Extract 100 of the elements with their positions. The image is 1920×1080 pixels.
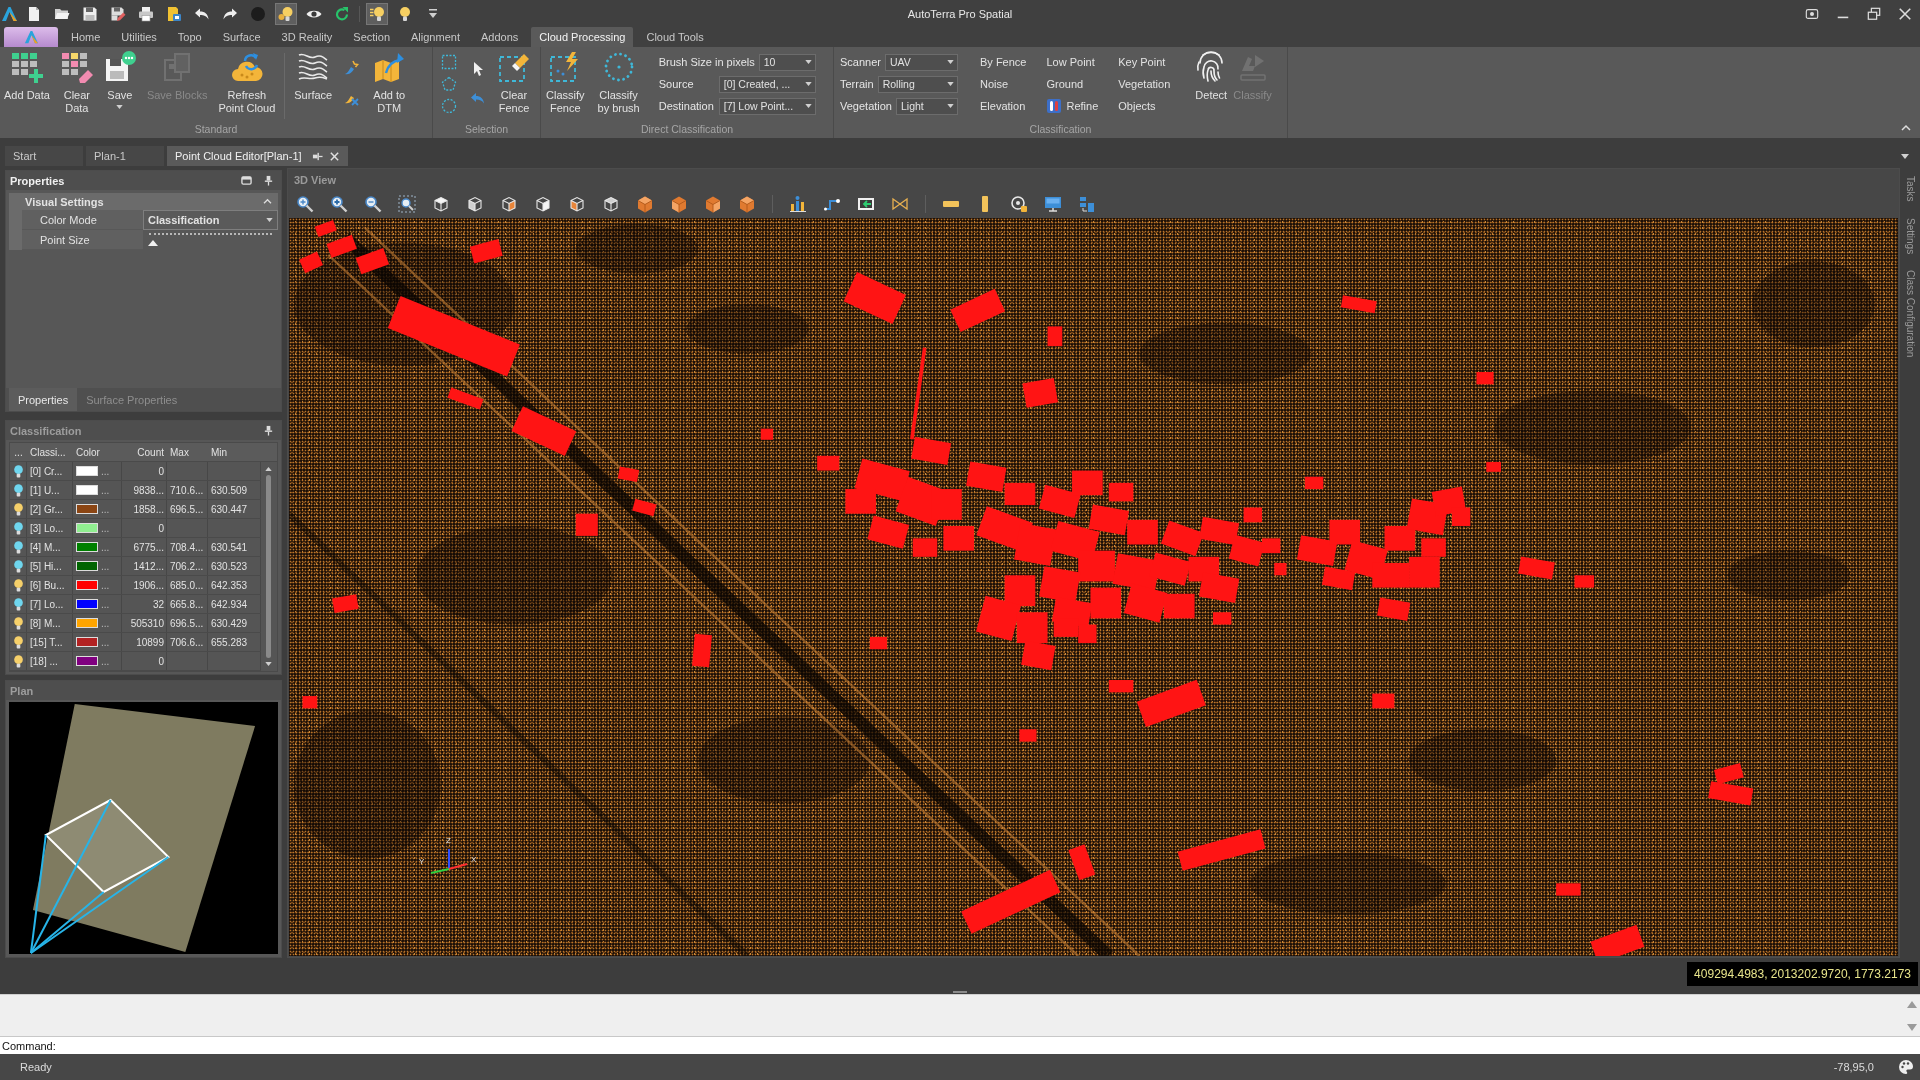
lightbulb-icon[interactable] bbox=[13, 502, 24, 516]
command-line-field[interactable]: Command: bbox=[0, 1036, 1920, 1054]
column-header[interactable]: Classi... bbox=[27, 443, 73, 461]
scroll-up-icon[interactable] bbox=[265, 467, 272, 471]
pin-icon[interactable] bbox=[311, 150, 323, 162]
column-header[interactable]: Min bbox=[208, 443, 261, 461]
app-logo-icon[interactable] bbox=[1, 5, 17, 22]
color-swatch[interactable] bbox=[76, 561, 98, 571]
ribbon-tab[interactable]: Alignment bbox=[403, 27, 468, 47]
ellipsis-button[interactable]: ... bbox=[101, 579, 110, 591]
side-tab[interactable]: Class Configuration bbox=[1904, 269, 1916, 357]
close-icon[interactable] bbox=[1898, 6, 1912, 21]
monitor-icon[interactable] bbox=[1044, 195, 1062, 213]
screen-capture-icon[interactable] bbox=[1805, 6, 1819, 21]
refresh-icon[interactable] bbox=[334, 5, 350, 22]
document-tab[interactable]: Point Cloud Editor[Plan-1] bbox=[167, 146, 348, 166]
save-edit-icon[interactable] bbox=[110, 5, 126, 22]
dropdown[interactable]: [0] Created, ... bbox=[718, 75, 816, 93]
ribbon-tab[interactable]: Cloud Processing bbox=[531, 27, 634, 47]
box-view-icon[interactable] bbox=[568, 195, 586, 213]
ribbon-tab[interactable]: 3D Reality bbox=[273, 27, 341, 47]
ellipsis-button[interactable]: ... bbox=[101, 617, 110, 629]
layers-icon[interactable] bbox=[1078, 195, 1096, 213]
document-tab[interactable]: Start bbox=[5, 146, 83, 166]
zoom-extents-icon[interactable] bbox=[398, 195, 416, 213]
lightbulb-icon[interactable] bbox=[13, 654, 24, 668]
ribbon-button[interactable]: Clear Data bbox=[57, 51, 96, 115]
pin-icon[interactable] bbox=[263, 175, 274, 186]
document-tab[interactable]: Plan-1 bbox=[86, 146, 164, 166]
lightbulb-icon[interactable] bbox=[13, 635, 24, 649]
dropdown[interactable]: Classification bbox=[143, 210, 278, 230]
ellipsis-button[interactable]: ... bbox=[101, 541, 110, 553]
ribbon-tab[interactable]: Utilities bbox=[113, 27, 165, 47]
document-badge-icon[interactable] bbox=[166, 5, 182, 22]
ribbon-tab[interactable]: Cloud Tools bbox=[638, 27, 712, 47]
lightbulb-icon[interactable] bbox=[13, 597, 24, 611]
scroll-down-icon[interactable] bbox=[265, 662, 272, 666]
ribbon-tab[interactable]: Addons bbox=[472, 27, 527, 47]
slider-track[interactable] bbox=[149, 233, 272, 247]
ribbon-command[interactable]: Noise bbox=[980, 73, 1027, 95]
ellipsis-button[interactable]: ... bbox=[101, 636, 110, 648]
lightbulb-icon[interactable] bbox=[13, 540, 24, 554]
box-view-icon[interactable] bbox=[602, 195, 620, 213]
dropdown[interactable]: [7] Low Point... bbox=[718, 97, 816, 115]
ribbon-command[interactable]: Elevation bbox=[980, 95, 1027, 117]
color-swatch[interactable] bbox=[76, 599, 98, 609]
box-view-icon[interactable] bbox=[534, 195, 552, 213]
collapse-ribbon-icon[interactable] bbox=[1901, 124, 1911, 132]
ribbon-button[interactable]: Save bbox=[100, 51, 139, 109]
ribbon-button[interactable]: Clear Fence bbox=[495, 51, 533, 115]
save-icon[interactable] bbox=[82, 5, 98, 22]
color-swatch[interactable] bbox=[76, 542, 98, 552]
cube-icon[interactable] bbox=[670, 195, 688, 213]
cube-icon[interactable] bbox=[636, 195, 654, 213]
new-document-icon[interactable] bbox=[26, 5, 42, 22]
ribbon-button[interactable]: Classify Fence bbox=[543, 51, 588, 115]
column-header[interactable]: ... bbox=[10, 443, 27, 461]
palette-icon[interactable] bbox=[1898, 1059, 1914, 1075]
ribbon-command[interactable]: Ground bbox=[1046, 73, 1099, 95]
cube-icon[interactable] bbox=[738, 195, 756, 213]
ellipsis-button[interactable]: ... bbox=[101, 560, 110, 572]
lightbulb-icon[interactable] bbox=[13, 559, 24, 573]
dropdown[interactable]: Light bbox=[896, 97, 958, 115]
ellipsis-button[interactable]: ... bbox=[101, 598, 110, 610]
color-swatch[interactable] bbox=[76, 466, 98, 476]
ribbon-command[interactable]: Low Point bbox=[1046, 51, 1099, 73]
circle-select-icon[interactable] bbox=[441, 98, 457, 114]
ribbon-command[interactable]: By Fence bbox=[980, 51, 1027, 73]
ribbon-tab[interactable]: Section bbox=[345, 27, 399, 47]
ribbon-tab[interactable]: Topo bbox=[169, 27, 210, 47]
lightbulb-icon[interactable] bbox=[13, 483, 24, 497]
zoom-in-icon[interactable] bbox=[330, 195, 348, 213]
ellipsis-button[interactable]: ... bbox=[101, 465, 110, 477]
ribbon-button[interactable]: Refresh Point Cloud bbox=[215, 51, 279, 115]
side-tab[interactable]: Settings bbox=[1904, 217, 1916, 254]
box-view-icon[interactable] bbox=[432, 195, 450, 213]
panel-tab[interactable]: Properties bbox=[9, 388, 78, 411]
lightbulb-icon[interactable] bbox=[275, 2, 297, 25]
ribbon-button[interactable]: Classify by brush bbox=[594, 51, 643, 115]
color-swatch[interactable] bbox=[76, 580, 98, 590]
ribbon-command[interactable]: Refine bbox=[1046, 95, 1099, 117]
bowtie-icon[interactable] bbox=[891, 195, 909, 213]
slider-thumb[interactable] bbox=[146, 239, 159, 247]
ribbon-button[interactable]: Detect bbox=[1192, 51, 1231, 102]
close-icon[interactable] bbox=[328, 150, 340, 162]
ellipsis-button[interactable]: ... bbox=[101, 655, 110, 667]
box-view-icon[interactable] bbox=[500, 195, 518, 213]
color-swatch[interactable] bbox=[76, 523, 98, 533]
lightbulbs-icon[interactable] bbox=[366, 2, 388, 25]
zoom-out-icon[interactable] bbox=[364, 195, 382, 213]
zoom-in-icon[interactable] bbox=[296, 195, 314, 213]
ribbon-tab[interactable]: Surface bbox=[214, 27, 269, 47]
rectangle-select-icon[interactable] bbox=[441, 54, 457, 70]
brush-stroke-icon[interactable] bbox=[343, 60, 360, 76]
box-view-icon[interactable] bbox=[466, 195, 484, 213]
ellipsis-button[interactable]: ... bbox=[101, 503, 110, 515]
color-swatch[interactable] bbox=[76, 656, 98, 666]
target-lock-icon[interactable] bbox=[1010, 195, 1028, 213]
ellipsis-button[interactable]: ... bbox=[101, 484, 110, 496]
column-header[interactable]: Color bbox=[73, 443, 122, 461]
